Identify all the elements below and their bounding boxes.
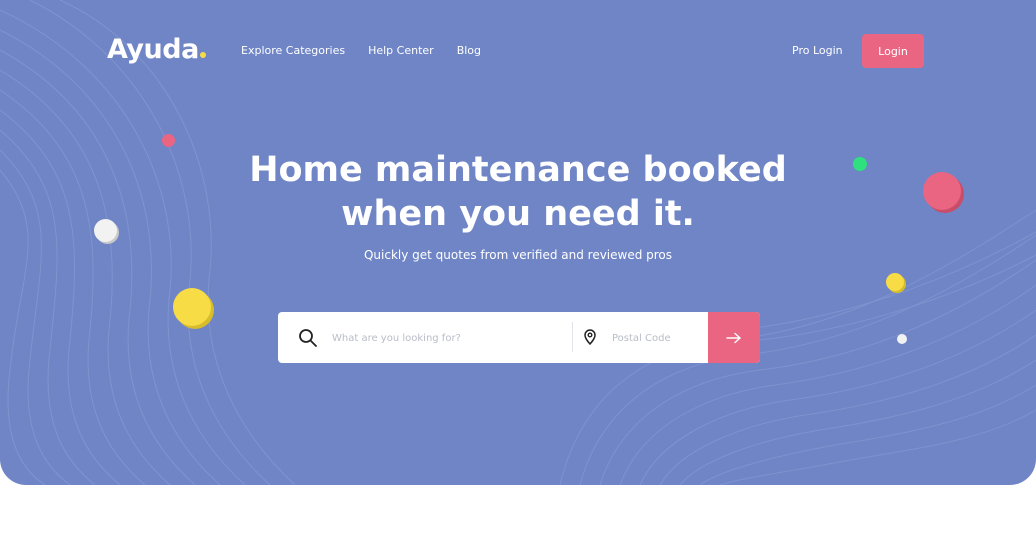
nav-blog[interactable]: Blog (457, 44, 481, 57)
headline-line-1: Home maintenance booked (249, 150, 787, 190)
logo[interactable]: Ayuda (107, 34, 206, 65)
search-input[interactable] (330, 326, 564, 350)
hero-subtitle: Quickly get quotes from verified and rev… (363, 248, 673, 262)
yellow-dot-small-decoration (886, 273, 904, 291)
nav-explore-categories[interactable]: Explore Categories (241, 44, 345, 57)
search-submit-button[interactable] (708, 312, 760, 363)
search-bar (278, 312, 760, 363)
search-divider (572, 322, 573, 352)
yellow-dot-large-decoration (173, 288, 211, 326)
location-pin-icon (584, 329, 596, 345)
background-wave-lines (0, 0, 1036, 485)
main-nav: Explore Categories Help Center Blog (241, 44, 481, 57)
arrow-right-icon (726, 332, 741, 343)
login-button[interactable]: Login (862, 34, 924, 68)
logo-text: Ayuda (107, 34, 199, 65)
nav-help-center[interactable]: Help Center (368, 44, 434, 57)
pink-dot-small-decoration (162, 134, 175, 147)
search-icon (299, 329, 317, 347)
pro-login-link[interactable]: Pro Login (792, 44, 843, 57)
postal-code-input[interactable] (610, 326, 709, 350)
logo-dot-icon (199, 52, 206, 58)
hero-headline: Home maintenance booked when you need it… (0, 148, 1036, 236)
hero-section: Ayuda Explore Categories Help Center Blo… (0, 0, 1036, 485)
headline-line-2: when you need it. (341, 194, 695, 234)
white-dot-small-decoration (897, 334, 907, 344)
